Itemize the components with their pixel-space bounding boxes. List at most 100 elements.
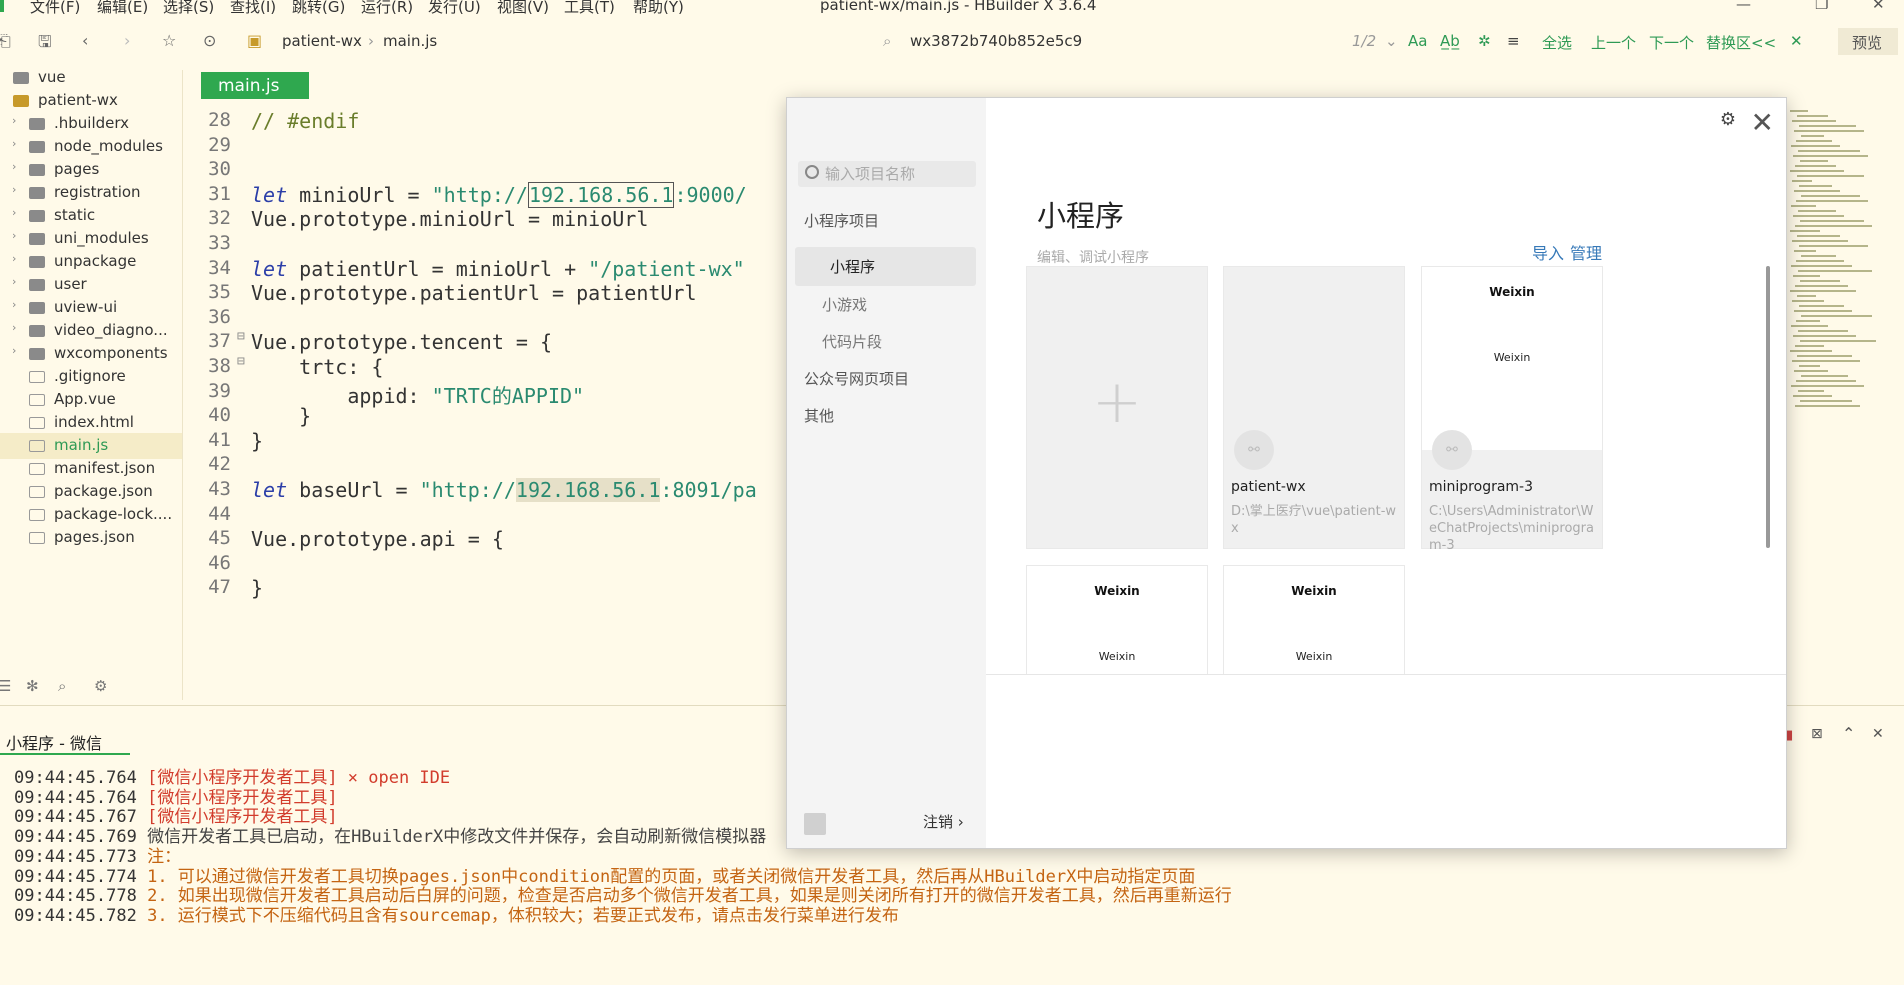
chevron-right-icon[interactable]: ›: [12, 252, 16, 265]
project-card[interactable]: Weixin Weixin: [1026, 565, 1208, 685]
project-search-input[interactable]: [825, 163, 970, 185]
search-files-icon[interactable]: ⌕: [58, 677, 66, 695]
code-minimap[interactable]: [1790, 110, 1904, 420]
sidebar-toggle-icon[interactable]: ⎗: [0, 31, 11, 51]
debug-icon[interactable]: ✻: [26, 677, 39, 695]
save-icon[interactable]: 🖫: [38, 31, 52, 58]
gear-icon[interactable]: ⚙: [1720, 109, 1736, 130]
regex-icon[interactable]: ✲: [1478, 32, 1491, 50]
code-line[interactable]: 47}: [183, 576, 863, 606]
chevron-right-icon[interactable]: ›: [12, 137, 16, 150]
project-card-patient-wx[interactable]: ⚯ patient-wx D:\掌上医疗\vue\patient-wx: [1223, 266, 1405, 549]
nav-miniprogram-projects[interactable]: 小程序项目: [804, 210, 879, 231]
back-icon[interactable]: ‹: [82, 31, 88, 50]
match-word-icon[interactable]: A̲b̲: [1440, 32, 1460, 50]
clear-console-icon[interactable]: ⊠: [1811, 726, 1823, 742]
fold-toggle-icon[interactable]: ⊟: [237, 329, 245, 344]
find-history-chevron-icon[interactable]: ⌄: [1385, 32, 1398, 50]
close-panel-icon[interactable]: ✕: [1872, 726, 1884, 742]
close-window-icon[interactable]: ✕: [1872, 0, 1885, 13]
minimap-line: [1795, 405, 1860, 407]
menu-find[interactable]: 查找(I): [230, 0, 276, 17]
page-title: 小程序: [1037, 199, 1125, 233]
line-number: 37: [208, 330, 231, 353]
minimap-line: [1794, 190, 1840, 192]
nav-miniprogram[interactable]: 小程序: [795, 247, 976, 286]
plus-icon: +: [1091, 367, 1143, 437]
maximize-icon[interactable]: ❐: [1815, 0, 1828, 13]
sidebar-item-label: pages: [54, 160, 100, 178]
avatar[interactable]: [804, 813, 826, 835]
project-card-miniprogram-3[interactable]: Weixin Weixin ⚯ miniprogram-3 C:\Users\A…: [1421, 266, 1603, 553]
minimap-line: [1791, 205, 1816, 207]
nav-official-account-web[interactable]: 公众号网页项目: [804, 368, 909, 389]
chevron-right-icon[interactable]: ›: [12, 160, 16, 173]
menu-file[interactable]: 文件(F): [30, 0, 80, 17]
manage-link[interactable]: 管理: [1570, 240, 1602, 264]
find-next-button[interactable]: 下一个: [1649, 32, 1694, 53]
list-icon[interactable]: ☰: [0, 677, 11, 695]
tab-main-js[interactable]: main.js: [201, 72, 309, 99]
sidebar-item[interactable]: pages.json: [0, 525, 182, 551]
menu-tools[interactable]: 工具(T): [564, 0, 615, 17]
card-list-scrollbar[interactable]: [1766, 266, 1770, 548]
minimap-line: [1793, 155, 1868, 157]
find-input-value[interactable]: wx3872b740b852e5c9: [910, 32, 1082, 50]
logout-button[interactable]: 注销 ›: [923, 811, 964, 832]
maximize-panel-icon[interactable]: ⌃: [1842, 724, 1855, 743]
replace-toggle-button[interactable]: 替换区<<: [1706, 32, 1776, 53]
chevron-right-icon[interactable]: ›: [12, 114, 16, 127]
chevron-right-icon[interactable]: ›: [12, 321, 16, 334]
import-link[interactable]: 导入: [1532, 240, 1564, 264]
menu-edit[interactable]: 编辑(E): [97, 0, 148, 17]
chevron-right-icon[interactable]: ›: [12, 298, 16, 311]
folder-icon: [29, 210, 45, 222]
project-search[interactable]: [798, 161, 976, 187]
file-icon: [29, 371, 45, 383]
breadcrumb-file[interactable]: main.js: [383, 32, 437, 50]
chevron-right-icon[interactable]: ›: [12, 275, 16, 288]
find-close-icon[interactable]: ✕: [1790, 32, 1803, 50]
menu-help[interactable]: 帮助(Y): [633, 0, 684, 17]
sidebar-item-label: pages.json: [54, 528, 135, 546]
code-token: }: [251, 576, 264, 601]
minimap-line: [1793, 395, 1832, 397]
console-tab-wechat[interactable]: 小程序 - 微信: [0, 723, 130, 755]
nav-other[interactable]: 其他: [804, 405, 834, 426]
find-previous-button[interactable]: 上一个: [1591, 32, 1636, 53]
menu-view[interactable]: 视图(V): [497, 0, 549, 17]
close-icon[interactable]: ✕: [1751, 106, 1774, 139]
star-icon[interactable]: ☆: [162, 31, 176, 50]
nav-code-snippets[interactable]: 代码片段: [822, 331, 882, 352]
line-number: 34: [208, 256, 231, 279]
project-card[interactable]: Weixin Weixin: [1223, 565, 1405, 685]
select-all-button[interactable]: 全选: [1542, 32, 1572, 53]
fold-toggle-icon[interactable]: ⊟: [237, 354, 245, 369]
find-options-icon[interactable]: ≡: [1507, 32, 1520, 50]
plugin-icon[interactable]: ⚙: [94, 677, 107, 695]
match-case-icon[interactable]: Aa: [1408, 32, 1427, 50]
menu-select[interactable]: 选择(S): [163, 0, 214, 17]
new-project-card[interactable]: +: [1026, 266, 1208, 549]
minimap-line: [1798, 390, 1824, 392]
forward-icon[interactable]: ›: [124, 31, 130, 50]
minimize-icon[interactable]: —: [1736, 0, 1751, 13]
folder-icon: [29, 348, 45, 360]
folder-icon: [29, 279, 45, 291]
chevron-right-icon[interactable]: ›: [12, 229, 16, 242]
chevron-right-icon[interactable]: ›: [12, 344, 16, 357]
preview-button[interactable]: 预览: [1838, 28, 1898, 55]
thumb-text: Weixin: [1493, 351, 1531, 364]
menu-run[interactable]: 运行(R): [361, 0, 413, 17]
run-icon[interactable]: ⊙: [203, 31, 216, 50]
minimap-line: [1796, 320, 1820, 322]
breadcrumb-project[interactable]: patient-wx: [282, 32, 362, 50]
nav-minigame[interactable]: 小游戏: [822, 294, 867, 315]
chevron-right-icon[interactable]: ›: [12, 183, 16, 196]
sidebar-item-label: vue: [38, 68, 66, 86]
minimap-line: [1801, 195, 1860, 197]
menu-publish[interactable]: 发行(U): [428, 0, 481, 17]
sidebar-item-label: static: [54, 206, 96, 224]
menu-goto[interactable]: 跳转(G): [292, 0, 345, 17]
chevron-right-icon[interactable]: ›: [12, 206, 16, 219]
